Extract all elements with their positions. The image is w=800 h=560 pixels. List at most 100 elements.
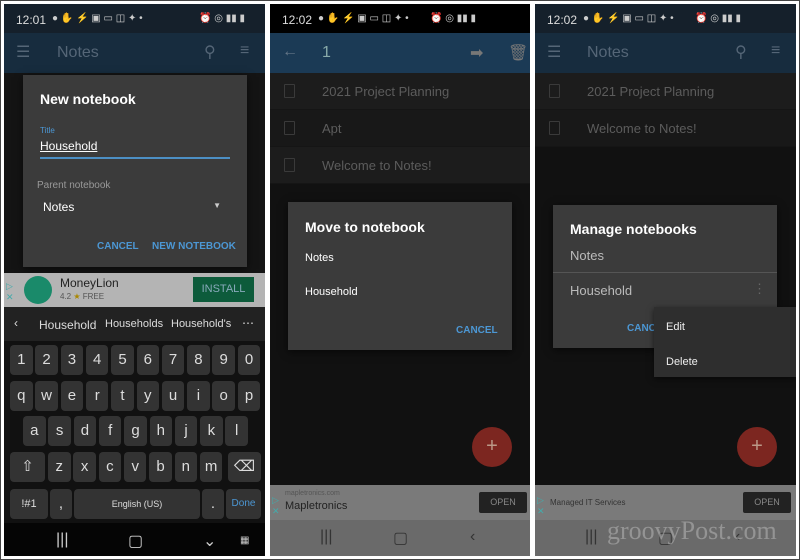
back-icon[interactable]: ‹ — [470, 528, 475, 546]
key[interactable]: 5 — [111, 345, 134, 375]
key[interactable]: r — [85, 381, 109, 411]
title-input[interactable]: Household — [40, 139, 230, 159]
menu-icon[interactable]: ☰ — [16, 42, 30, 62]
key[interactable]: d — [73, 416, 97, 446]
note-row[interactable]: 2021 Project Planning — [270, 73, 530, 110]
key[interactable]: u — [161, 381, 185, 411]
notebook-option[interactable]: Household — [305, 286, 358, 298]
key[interactable]: y — [136, 381, 160, 411]
key[interactable]: 8 — [187, 345, 210, 375]
title-label: Title — [40, 126, 55, 135]
install-button[interactable]: INSTALL — [193, 277, 254, 302]
menu-item-delete[interactable]: Delete — [666, 356, 698, 368]
cancel-button[interactable]: CANCEL — [97, 241, 139, 252]
key[interactable]: w — [35, 381, 58, 411]
key[interactable]: j — [174, 416, 198, 446]
menu-item-edit[interactable]: Edit — [666, 321, 685, 333]
sort-icon[interactable]: ≡ — [240, 42, 249, 60]
notebook-item[interactable]: Household — [570, 283, 632, 298]
key[interactable]: i — [187, 381, 210, 411]
key[interactable]: l — [225, 416, 248, 446]
key[interactable]: v — [123, 452, 147, 482]
more-vert-icon[interactable]: ⋮ — [753, 281, 766, 297]
parent-notebook-select[interactable]: Notes ▼ — [37, 200, 227, 220]
cancel-button[interactable]: CANCEL — [456, 325, 498, 336]
move-icon[interactable]: ➡ — [470, 43, 483, 63]
ad-banner[interactable]: ▷ ✕ mapletronics.com Mapletronics OPEN — [270, 485, 530, 520]
recents-icon[interactable]: ||| — [585, 528, 597, 546]
note-title: Welcome to Notes! — [322, 158, 432, 173]
back-arrow-icon[interactable]: ← — [282, 43, 298, 61]
key[interactable]: b — [149, 452, 172, 482]
key[interactable]: m — [199, 452, 223, 482]
ad-banner[interactable]: ▷ ✕ Managed IT Services OPEN — [535, 485, 796, 520]
search-icon[interactable]: ⚲ — [204, 42, 216, 62]
hide-keyboard-icon[interactable]: ⌄ — [203, 531, 216, 551]
backspace-key[interactable]: ⌫ — [228, 452, 261, 482]
key[interactable]: z — [48, 452, 71, 482]
note-row[interactable]: Welcome to Notes! — [270, 147, 530, 184]
open-button[interactable]: OPEN — [743, 492, 791, 513]
notification-icons: ● ✋ ⚡ ▣ ▭ ◫ ✦ • — [583, 13, 674, 24]
key[interactable]: a — [23, 416, 46, 446]
suggestion[interactable]: Households — [105, 318, 163, 330]
key[interactable]: s — [48, 416, 71, 446]
space-key[interactable]: English (US) — [74, 489, 200, 519]
key[interactable]: 6 — [136, 345, 160, 375]
symbols-key[interactable]: !#1 — [10, 489, 48, 519]
period-key[interactable]: . — [202, 489, 224, 519]
ad-choices-icon[interactable]: ▷ ✕ — [537, 495, 545, 517]
recents-icon[interactable]: ||| — [320, 528, 332, 546]
ad-choices-icon[interactable]: ▷ ✕ — [6, 281, 14, 303]
key[interactable]: f — [98, 416, 122, 446]
app-bar: ☰ Notes ⚲ ≡ — [535, 33, 796, 73]
nav-bar: ||| ▢ ⌄ ▦ — [4, 523, 265, 556]
key[interactable]: 7 — [161, 345, 185, 375]
comma-key[interactable]: , — [50, 489, 72, 519]
note-row[interactable]: Welcome to Notes! — [535, 110, 796, 147]
key[interactable]: k — [200, 416, 223, 446]
key[interactable]: 0 — [237, 345, 261, 375]
open-button[interactable]: OPEN — [479, 492, 527, 513]
ad-banner[interactable]: ▷ ✕ MoneyLion 4.2 ★ FREE INSTALL — [4, 273, 265, 307]
suggestion[interactable]: Household's — [171, 318, 231, 330]
back-chevron-icon[interactable]: ‹ — [14, 316, 18, 330]
add-note-fab[interactable]: + — [472, 427, 512, 467]
more-icon[interactable]: ⋯ — [242, 316, 254, 330]
key[interactable]: t — [111, 381, 134, 411]
cancel-button[interactable]: CANC — [627, 323, 656, 334]
note-row[interactable]: 2021 Project Planning — [535, 73, 796, 110]
recents-icon[interactable]: ||| — [56, 531, 68, 549]
key[interactable]: 4 — [85, 345, 109, 375]
notebook-option[interactable]: Notes — [305, 252, 334, 264]
menu-icon[interactable]: ☰ — [547, 42, 561, 62]
keyboard-icon[interactable]: ▦ — [240, 535, 249, 546]
done-key[interactable]: Done — [226, 489, 261, 519]
add-note-fab[interactable]: + — [737, 427, 777, 467]
ad-choices-icon[interactable]: ▷ ✕ — [272, 495, 280, 517]
shift-key[interactable]: ⇧ — [10, 452, 45, 482]
key[interactable]: g — [124, 416, 147, 446]
key[interactable]: 2 — [35, 345, 58, 375]
delete-icon[interactable]: 🗑 — [508, 43, 528, 63]
sort-icon[interactable]: ≡ — [771, 42, 780, 60]
key[interactable]: 3 — [60, 345, 84, 375]
home-icon[interactable]: ▢ — [128, 531, 143, 551]
key[interactable]: n — [174, 452, 198, 482]
key[interactable]: x — [73, 452, 96, 482]
key[interactable]: h — [149, 416, 173, 446]
parent-notebook-label: Parent notebook — [37, 180, 111, 191]
key[interactable]: p — [237, 381, 261, 411]
home-icon[interactable]: ▢ — [393, 528, 408, 548]
key[interactable]: 1 — [10, 345, 33, 375]
key[interactable]: o — [212, 381, 235, 411]
new-notebook-button[interactable]: NEW NOTEBOOK — [152, 241, 236, 252]
suggestion[interactable]: Household — [39, 318, 96, 332]
key[interactable]: e — [60, 381, 84, 411]
key[interactable]: c — [98, 452, 122, 482]
note-row[interactable]: Apt — [270, 110, 530, 147]
key[interactable]: 9 — [212, 345, 235, 375]
key[interactable]: q — [10, 381, 33, 411]
search-icon[interactable]: ⚲ — [735, 42, 747, 62]
notebook-item[interactable]: Notes — [570, 248, 604, 263]
